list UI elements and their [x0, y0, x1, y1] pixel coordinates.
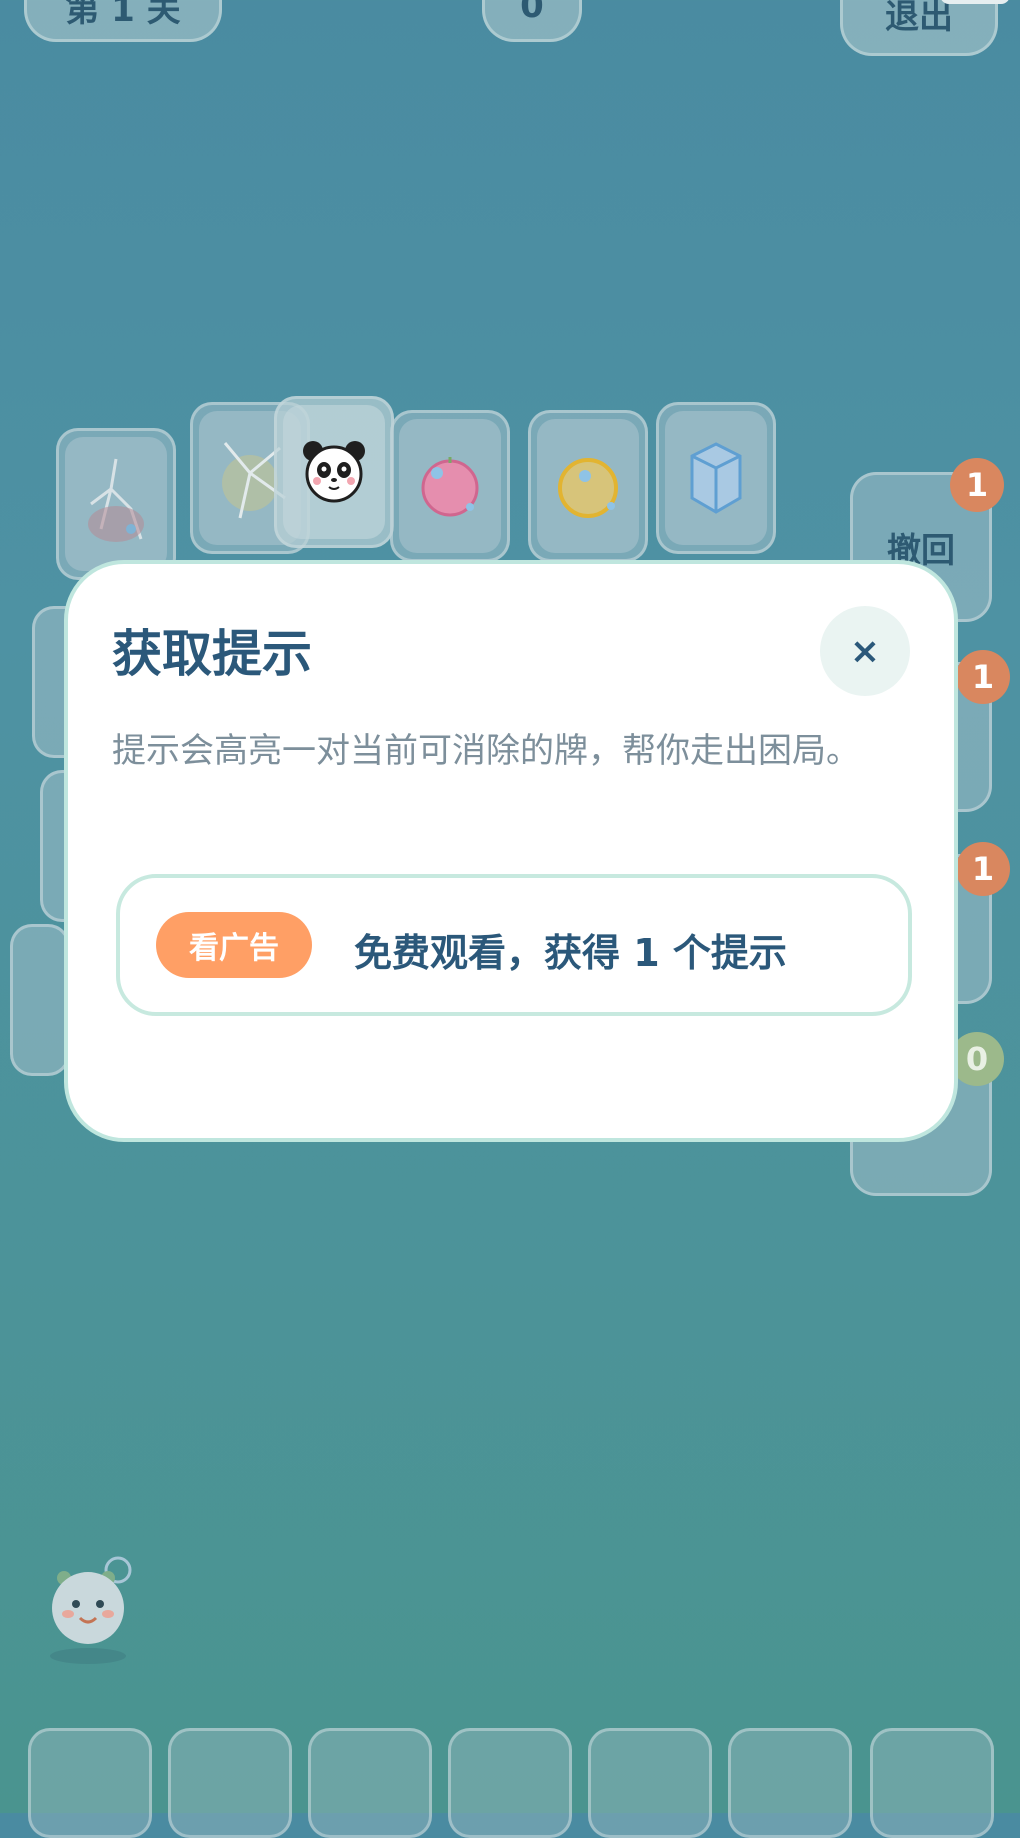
exit-label: 退出	[885, 0, 953, 37]
ice-cube-icon	[665, 411, 767, 545]
tray-slot	[168, 1728, 292, 1838]
watch-ad-option[interactable]: 看广告 免费观看，获得 1 个提示	[116, 874, 912, 1016]
tray-slot	[588, 1728, 712, 1838]
panda-icon	[283, 405, 385, 539]
tray-slot	[28, 1728, 152, 1838]
tool2-count-badge: 1	[956, 650, 1010, 704]
tile-ice-cube[interactable]	[656, 402, 776, 554]
mascot-icon	[46, 1556, 136, 1670]
dialog-title: 获取提示	[112, 625, 312, 683]
exit-button[interactable]: 退出	[840, 0, 998, 56]
tray-slot	[870, 1728, 994, 1838]
watch-ad-text: 免费观看，获得 1 个提示	[354, 931, 787, 975]
watch-ad-badge: 看广告	[156, 912, 312, 978]
dialog-description: 提示会高亮一对当前可消除的牌，帮你走出困局。	[112, 731, 860, 771]
status-chip	[940, 0, 1010, 4]
tile-pink-bubble[interactable]	[390, 410, 510, 562]
tile-yellow-bubble[interactable]	[528, 410, 648, 562]
tool2-count: 1	[971, 658, 995, 696]
level-indicator: 第 1 关	[24, 0, 222, 42]
tool4-count: 0	[965, 1040, 989, 1078]
hint-dialog: 获取提示 × 提示会高亮一对当前可消除的牌，帮你走出困局。 看广告 免费观看，获…	[64, 560, 958, 1142]
tray-slot	[448, 1728, 572, 1838]
undo-count: 1	[965, 466, 989, 504]
tile-panda[interactable]	[274, 396, 394, 548]
tool3-count: 1	[971, 850, 995, 888]
tool3-count-badge: 1	[956, 842, 1010, 896]
level-label: 第 1 关	[65, 0, 181, 30]
tray-slot	[308, 1728, 432, 1838]
undo-count-badge: 1	[950, 458, 1004, 512]
score-indicator: 0	[482, 0, 582, 42]
score-value: 0	[520, 0, 544, 26]
tool4-count-badge: 0	[950, 1032, 1004, 1086]
close-button[interactable]: ×	[820, 606, 910, 696]
ghost-crystal-icon	[65, 437, 167, 571]
tile-ghost-crystal[interactable]	[56, 428, 176, 580]
yellow-bubble-icon	[537, 419, 639, 553]
tile-hidden	[10, 924, 70, 1076]
tray-slot	[728, 1728, 852, 1838]
close-icon: ×	[849, 630, 881, 672]
pink-bubble-icon	[399, 419, 501, 553]
